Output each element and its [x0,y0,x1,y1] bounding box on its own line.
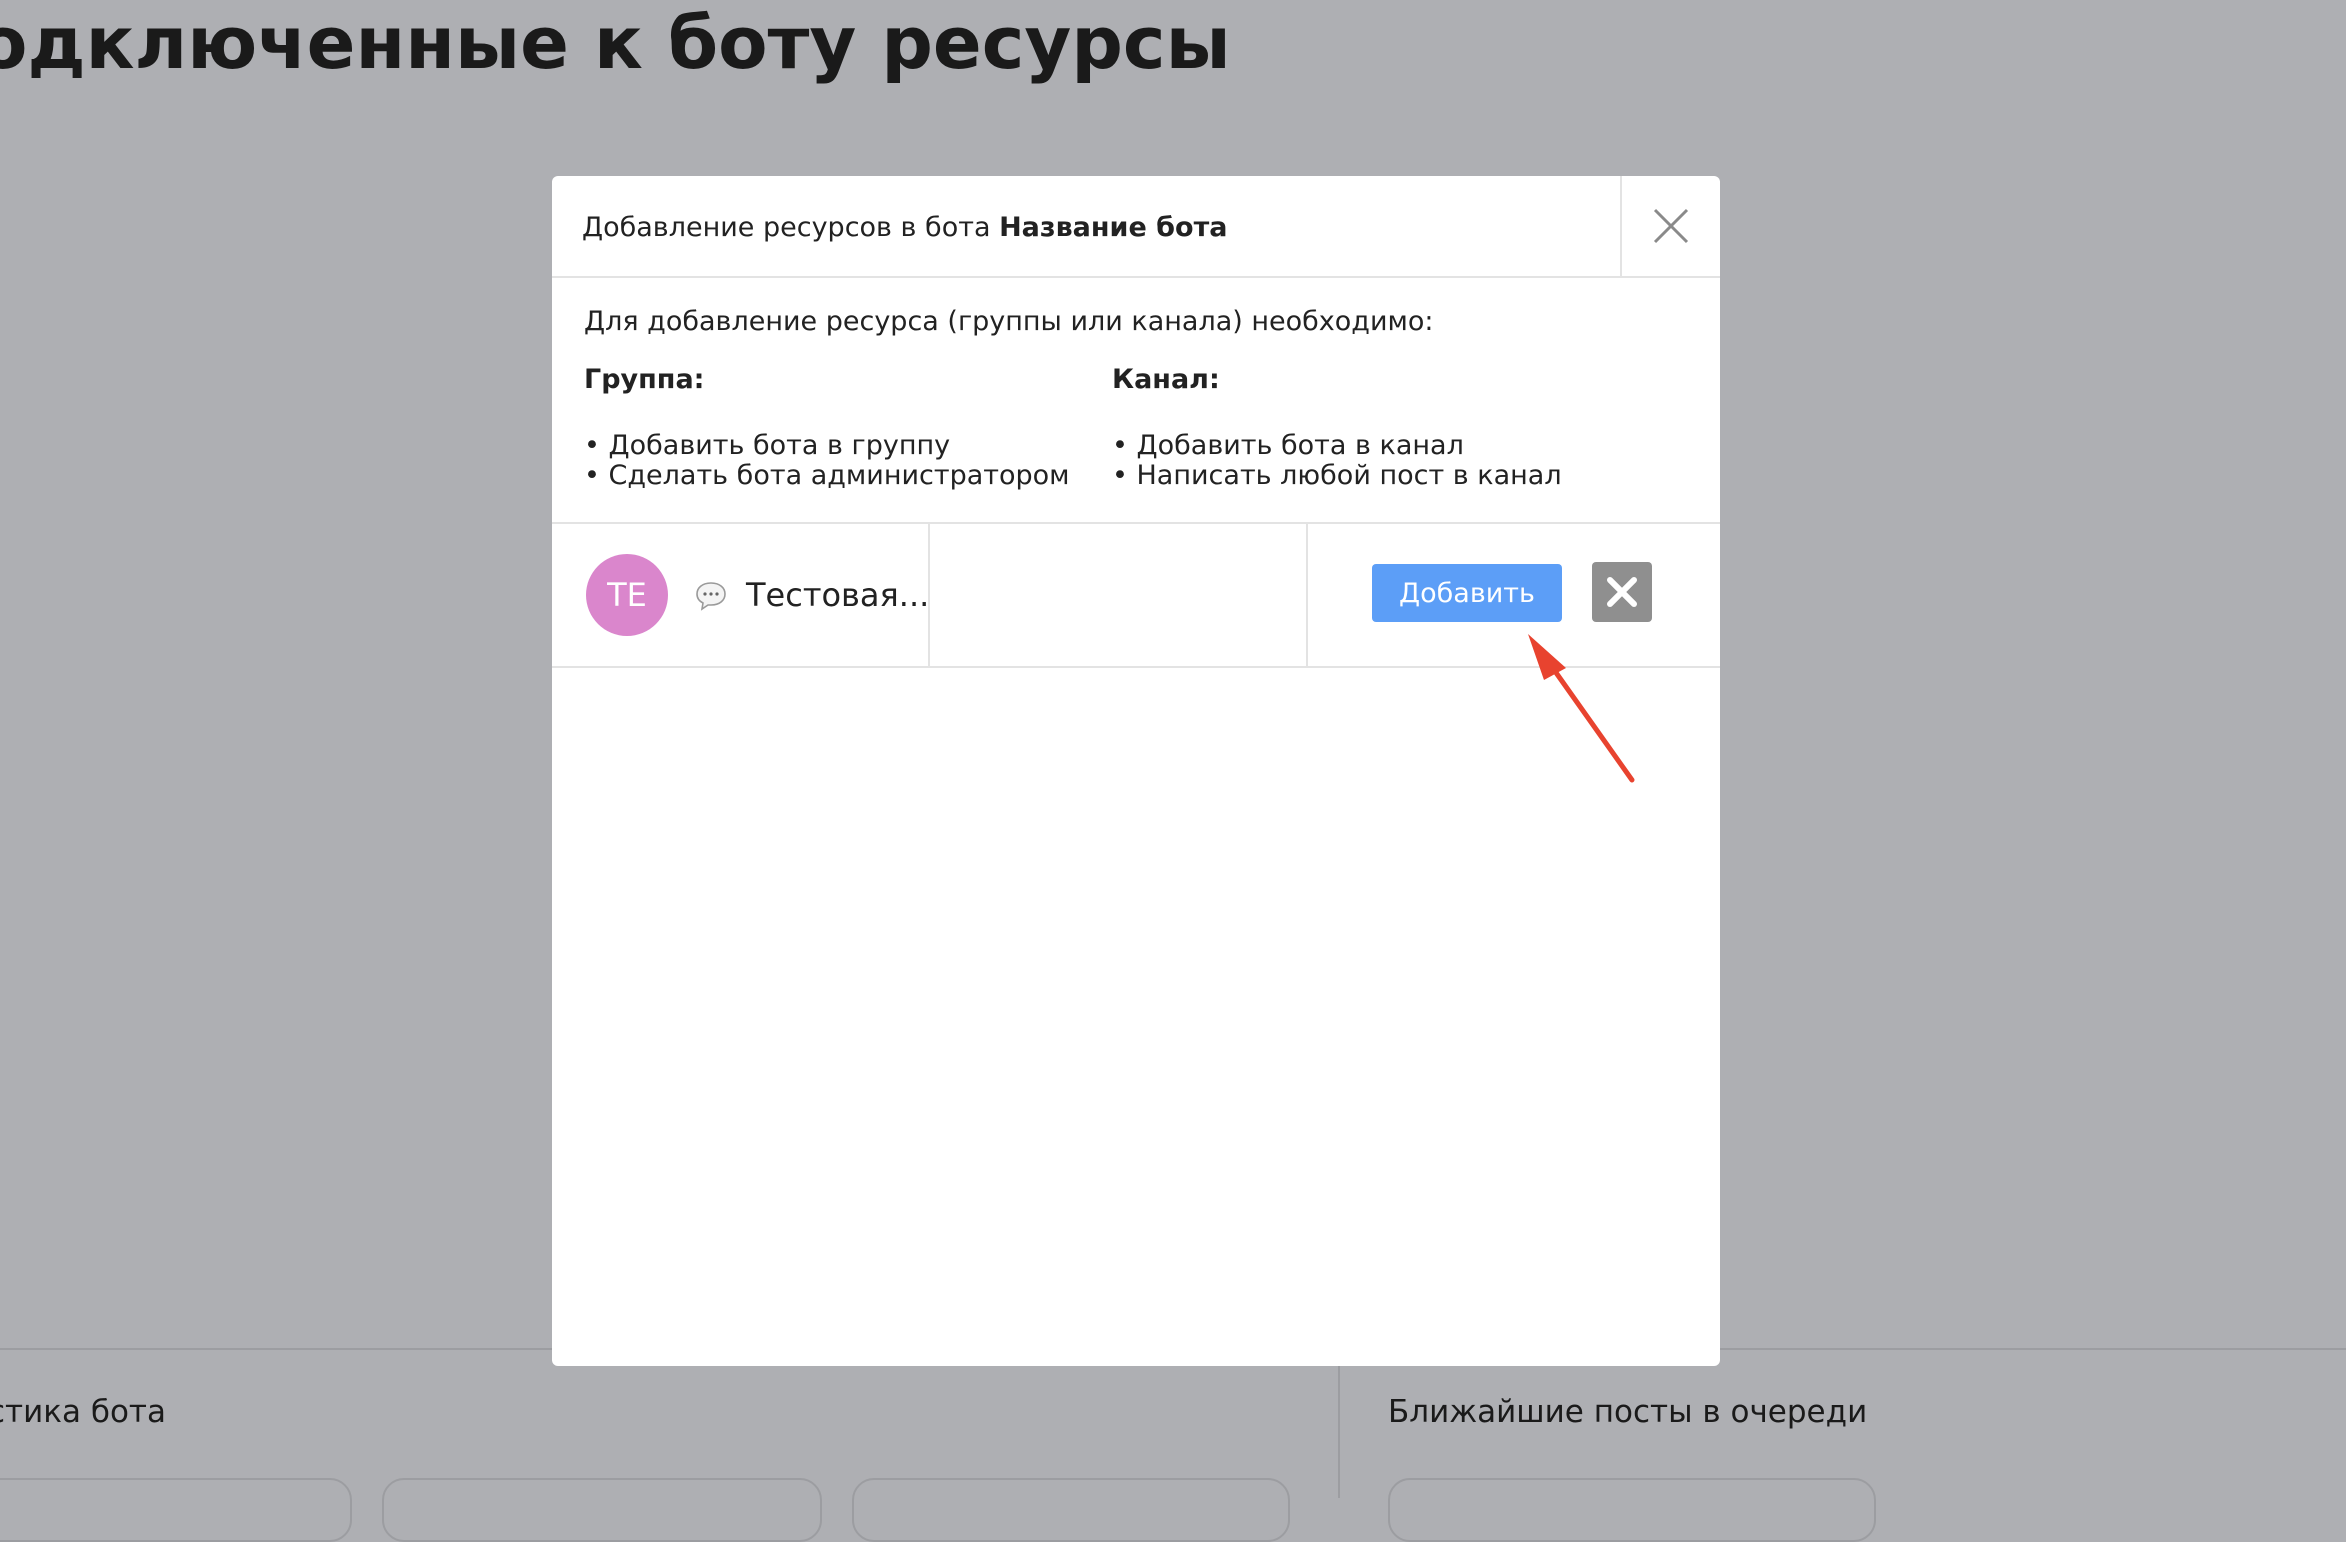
modal-title-prefix: Добавление ресурсов в бота [582,212,1000,243]
close-icon [1607,577,1637,607]
channel-instructions: Канал: • Добавить бота в канал • Написат… [1112,364,1562,491]
column-divider [1338,1348,1340,1498]
channel-heading: Канал: [1112,364,1220,395]
stat-card [382,1478,822,1542]
bot-statistics-heading: стика бота [0,1394,166,1430]
post-card [1388,1478,1876,1542]
channel-step: • Написать любой пост в канал [1112,460,1562,491]
annotation-arrow-icon [1528,634,1635,783]
close-icon [1653,208,1689,244]
resource-name: Тестовая... [746,576,930,614]
instructions-text: Для добавление ресурса (группы или канал… [584,306,1434,337]
group-step: • Сделать бота администратором [584,460,1070,491]
bot-name: Название бота [999,212,1228,243]
group-heading: Группа: [584,364,705,395]
stat-card [852,1478,1290,1542]
cell-divider [928,524,930,666]
group-step: • Добавить бота в группу [584,430,951,461]
modal-header: Добавление ресурсов в бота Название бота [552,176,1720,278]
chat-bubble-icon [696,582,726,611]
group-instructions: Группа: • Добавить бота в группу • Сдела… [584,364,1070,491]
close-button[interactable] [1620,176,1720,276]
upcoming-posts-heading: Ближайшие посты в очереди [1388,1394,1868,1430]
modal-title: Добавление ресурсов в бота Название бота [582,212,1227,243]
avatar: TE [586,554,668,636]
channel-step: • Добавить бота в канал [1112,430,1464,461]
cell-divider [1306,524,1308,666]
page-title: одключенные к боту ресурсы [0,1,1231,85]
stat-card [0,1478,352,1542]
